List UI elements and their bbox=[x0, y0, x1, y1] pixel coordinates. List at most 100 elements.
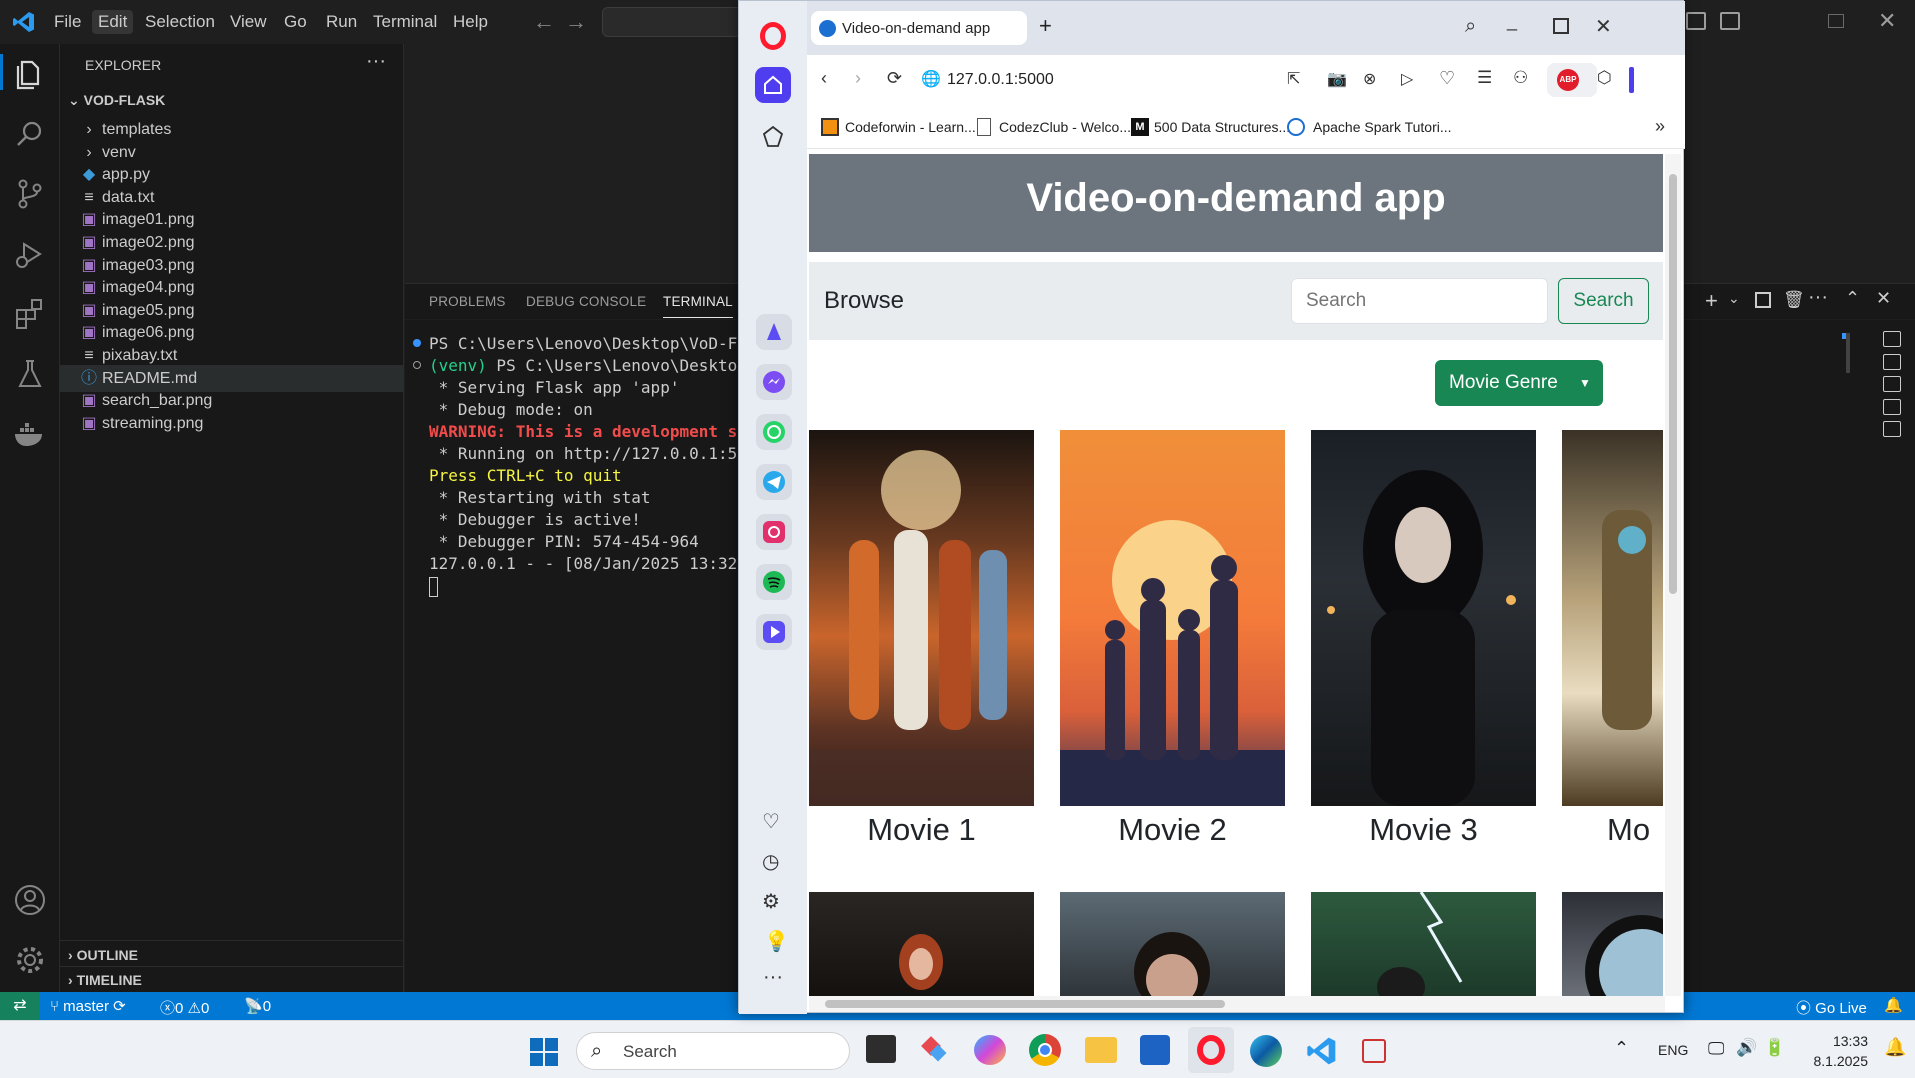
more-bookmarks-icon[interactable]: » bbox=[1655, 116, 1665, 137]
horizontal-scrollbar[interactable] bbox=[809, 996, 1665, 1012]
heart-icon[interactable]: ♡ bbox=[1439, 68, 1455, 89]
timeline-section[interactable]: › TIMELINE bbox=[68, 972, 142, 988]
tab-terminal[interactable]: TERMINAL bbox=[663, 294, 733, 318]
problems-status[interactable]: ⓧ0 ⚠0 bbox=[160, 997, 209, 1018]
movie-poster[interactable] bbox=[1060, 892, 1285, 996]
sidebar-toggle[interactable] bbox=[1629, 67, 1634, 93]
menu-run[interactable]: Run bbox=[326, 12, 357, 32]
network-icon[interactable]: 🖵 bbox=[1708, 1039, 1724, 1059]
new-tab-icon[interactable]: + bbox=[1039, 13, 1052, 39]
search-input[interactable] bbox=[1291, 278, 1548, 324]
movie-poster[interactable] bbox=[809, 430, 1034, 806]
scrollbar-thumb[interactable] bbox=[825, 1000, 1225, 1008]
layout-panel-icon[interactable] bbox=[1686, 12, 1706, 30]
outline-section[interactable]: › OUTLINE bbox=[68, 947, 138, 963]
tab-debug-console[interactable]: DEBUG CONSOLE bbox=[526, 294, 646, 309]
movie-title[interactable]: Movie 3 bbox=[1311, 812, 1536, 848]
back-arrow-icon[interactable]: ← bbox=[533, 9, 555, 35]
close-window-icon[interactable]: ✕ bbox=[1878, 8, 1896, 34]
home-icon[interactable] bbox=[755, 67, 791, 103]
terminal-instance-icon[interactable] bbox=[1883, 353, 1901, 370]
reload-icon[interactable]: ⟳ bbox=[887, 68, 902, 89]
opera-taskbar-button[interactable] bbox=[1188, 1027, 1234, 1073]
menu-file[interactable]: File bbox=[54, 12, 81, 32]
menu-help[interactable]: Help bbox=[453, 12, 488, 32]
movie-poster[interactable] bbox=[1562, 892, 1663, 996]
go-live-button[interactable]: ⦿ Go Live bbox=[1796, 997, 1867, 1018]
menu-go[interactable]: Go bbox=[284, 12, 307, 32]
lightbulb-icon[interactable]: 💡 bbox=[764, 929, 789, 954]
easy-setup-icon[interactable]: ☰ bbox=[1477, 68, 1492, 88]
copilot-icon[interactable] bbox=[974, 1035, 1006, 1065]
browse-brand[interactable]: Browse bbox=[824, 287, 904, 315]
vertical-scrollbar[interactable] bbox=[1665, 154, 1681, 996]
bookmark-codeforwin[interactable]: Codeforwin - Learn... bbox=[845, 119, 976, 135]
url-field[interactable]: 127.0.0.1:5000 bbox=[947, 71, 1054, 89]
terminal-instance-icon[interactable] bbox=[1883, 421, 1901, 438]
terminal-instance-icon[interactable] bbox=[1883, 376, 1901, 393]
spotify-icon[interactable] bbox=[756, 564, 792, 600]
folder-root[interactable]: ⌄ VOD-FLASK bbox=[68, 92, 165, 109]
settings-gear-icon[interactable] bbox=[12, 942, 48, 978]
account-icon[interactable] bbox=[12, 882, 48, 918]
menu-terminal[interactable]: Terminal bbox=[373, 12, 437, 32]
terminal-instance-icon[interactable] bbox=[1883, 398, 1901, 415]
restore-window-icon[interactable] bbox=[1828, 14, 1844, 28]
bookmark-codezclub[interactable]: CodezClub - Welco... bbox=[999, 119, 1131, 135]
app-icon[interactable] bbox=[920, 1035, 950, 1065]
adblock-plus-icon[interactable]: ABP bbox=[1557, 69, 1579, 91]
menu-selection[interactable]: Selection bbox=[145, 12, 215, 32]
pinboard-icon[interactable] bbox=[761, 125, 785, 149]
file-explorer-icon[interactable] bbox=[1085, 1037, 1117, 1063]
history-icon[interactable]: ◷ bbox=[762, 849, 779, 874]
movie-poster[interactable] bbox=[1311, 892, 1536, 996]
more-actions-icon[interactable]: ··· bbox=[366, 50, 386, 73]
settings-icon[interactable]: ⚙ bbox=[762, 889, 780, 914]
terminal-scrollbar[interactable] bbox=[1846, 333, 1850, 373]
movie-title[interactable]: Movie 2 bbox=[1060, 812, 1285, 848]
movie-title[interactable]: Mo bbox=[1562, 812, 1663, 848]
battery-icon[interactable]: 🔋 bbox=[1764, 1038, 1785, 1058]
messenger-icon[interactable] bbox=[756, 364, 792, 400]
close-icon[interactable]: ✕ bbox=[1595, 14, 1612, 39]
explorer-icon[interactable] bbox=[12, 56, 48, 92]
movie-poster[interactable] bbox=[1562, 430, 1663, 806]
ports-status[interactable]: 📡0 bbox=[244, 997, 271, 1015]
layout-sidebar-icon[interactable] bbox=[1720, 12, 1740, 30]
player-icon[interactable] bbox=[756, 614, 792, 650]
aria-icon[interactable] bbox=[756, 314, 792, 350]
chrome-icon[interactable] bbox=[1029, 1034, 1061, 1066]
instagram-icon[interactable] bbox=[756, 514, 792, 550]
forward-arrow-icon[interactable]: → bbox=[565, 9, 587, 35]
movie-poster[interactable] bbox=[1060, 430, 1285, 806]
back-icon[interactable]: ‹ bbox=[821, 68, 827, 89]
microsoft-store-icon[interactable] bbox=[1140, 1035, 1170, 1065]
menu-view[interactable]: View bbox=[230, 12, 267, 32]
vscode-taskbar-icon[interactable] bbox=[1306, 1035, 1338, 1067]
extensions-icon[interactable] bbox=[12, 296, 48, 332]
clock-time[interactable]: 13:33 bbox=[1810, 1033, 1868, 1049]
movie-poster[interactable] bbox=[1311, 430, 1536, 806]
maximize-icon[interactable] bbox=[1553, 18, 1569, 34]
extensions-cube-icon[interactable]: ⬡ bbox=[1597, 68, 1612, 88]
volume-icon[interactable]: 🔊 bbox=[1736, 1038, 1757, 1058]
edge-icon[interactable] bbox=[1250, 1035, 1282, 1067]
movie-poster[interactable] bbox=[809, 892, 1034, 996]
split-terminal-icon[interactable] bbox=[1755, 292, 1771, 308]
forward-icon[interactable]: › bbox=[855, 68, 861, 89]
chevron-down-icon[interactable]: ⌄ bbox=[1728, 290, 1740, 307]
camera-icon[interactable]: 📷 bbox=[1327, 69, 1347, 89]
taskbar-search[interactable]: ⌕ Search bbox=[576, 1032, 850, 1070]
player-icon[interactable]: ▷ bbox=[1401, 69, 1413, 89]
more-icon[interactable]: ··· bbox=[1808, 286, 1828, 309]
run-debug-icon[interactable] bbox=[12, 236, 48, 272]
branch-status[interactable]: ⑂ master ⟳ bbox=[50, 997, 126, 1015]
testing-icon[interactable] bbox=[12, 356, 48, 392]
file-item[interactable]: ▣ streaming.png bbox=[60, 410, 404, 437]
more-icon[interactable]: ··· bbox=[763, 966, 783, 989]
telegram-icon[interactable] bbox=[756, 464, 792, 500]
windows-start-icon[interactable] bbox=[529, 1037, 559, 1067]
bell-icon[interactable]: 🔔 bbox=[1884, 996, 1903, 1014]
search-tabs-icon[interactable]: ⌕ bbox=[1465, 15, 1476, 38]
bookmark-spark[interactable]: Apache Spark Tutori... bbox=[1313, 119, 1452, 135]
